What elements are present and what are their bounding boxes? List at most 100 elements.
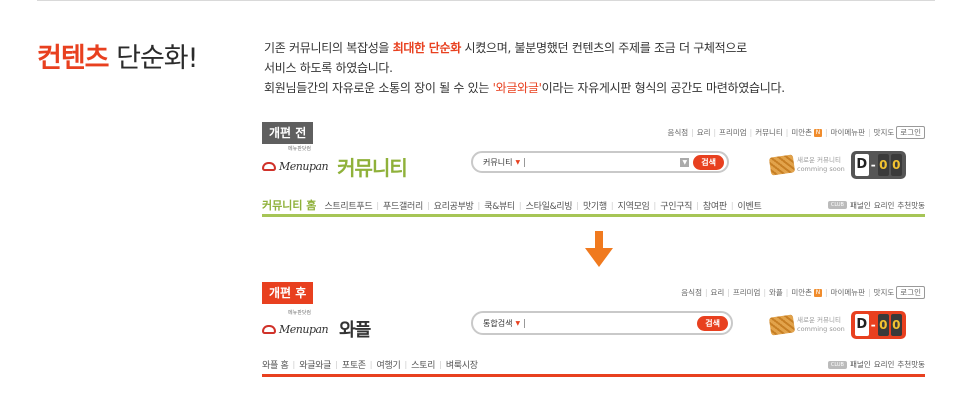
chef-hat-icon [262, 162, 276, 171]
nav-item[interactable]: 스트리트푸드 [324, 199, 372, 212]
dday-counter: D - 0 0 [850, 151, 906, 179]
club-links: CLUB 패널인 요리인 추천맛동 [827, 359, 925, 370]
chef-hat-icon [262, 324, 276, 334]
top-divider [37, 0, 935, 1]
top-link[interactable]: 마이메뉴판 [831, 287, 866, 298]
top-link[interactable]: 마이메뉴판 [831, 127, 866, 138]
logo-small-text: 메뉴판닷컴 [288, 146, 312, 152]
description-line-2: 서비스 하도록 하였습니다. [264, 61, 393, 75]
before-badge: 개편 전 [262, 122, 314, 144]
search-scope-select[interactable]: 커뮤니티 [483, 157, 512, 168]
after-section: 개편 후 음식점 | 요리 | 프리미엄 | 와플 | 미안촌 N | 마이메뉴판 | 맛지도… [262, 282, 925, 378]
after-logo[interactable]: 메뉴판닷컴 Menupan 와플 [262, 310, 371, 342]
dropdown-icon[interactable]: ▼ [680, 157, 690, 167]
login-button[interactable]: 로그인 [896, 286, 925, 299]
nav-item[interactable]: 이벤트 [738, 199, 762, 212]
title-accent: 컨텐츠 [37, 43, 110, 74]
top-link[interactable]: 음식점 [667, 127, 688, 138]
before-search-bar: 커뮤니티 ▼ ▼ 검색 [471, 151, 729, 173]
waffle-icon [768, 314, 796, 336]
service-name: 와플 [339, 320, 371, 341]
desc-text: 회원님들간의 자유로운 소통의 장이 될 수 있는 [264, 81, 493, 95]
title-rest: 단순화! [108, 43, 198, 74]
nav-item[interactable]: 참여판 [703, 199, 727, 212]
chevron-down-icon: ▼ [515, 158, 521, 166]
nav-item[interactable]: 요리공부방 [434, 199, 474, 212]
nav-home[interactable]: 커뮤니티 홈 [262, 197, 316, 213]
nav-item[interactable]: 푸드갤러리 [383, 199, 423, 212]
login-button[interactable]: 로그인 [896, 126, 925, 139]
desc-text: 이라는 자유게시판 형식의 공간도 마련하였습니다. [541, 81, 785, 95]
nav-item[interactable]: 쿡&뷰티 [484, 199, 515, 212]
nav-item[interactable]: 와글와글 [299, 358, 331, 371]
search-button[interactable]: 검색 [697, 315, 728, 331]
top-link[interactable]: 프리미엄 [733, 287, 761, 298]
club-link[interactable]: 추천맛동 [897, 359, 925, 370]
top-link[interactable]: 맛지도 [874, 287, 895, 298]
page-title: 컨텐츠 단순화! [37, 36, 198, 75]
logo-text: Menupan [279, 322, 329, 336]
nav-item[interactable]: 맛기행 [583, 199, 607, 212]
club-links: CLUB 패널인 요리인 추천맛동 [827, 200, 925, 211]
promo-text: 새로운 커뮤니티 comming soon [797, 156, 845, 173]
after-waffle-promo: 새로운 커뮤니티 comming soon D - 0 0 [768, 311, 906, 339]
logo-small-text: 메뉴판닷컴 [288, 310, 312, 316]
before-logo[interactable]: 메뉴판닷컴 Menupan 커뮤니티 [262, 146, 408, 181]
description: 기존 커뮤니티의 복잡성을 최대한 단순화 시켰으며, 불분명했던 컨텐츠의 주… [264, 38, 884, 98]
top-link[interactable]: 미안촌 [791, 127, 812, 138]
nav-home[interactable]: 와플 홈 [262, 358, 289, 371]
nav-item[interactable]: 포토존 [342, 358, 366, 371]
search-scope-select[interactable]: 통합검색 [483, 318, 512, 329]
before-nav: 커뮤니티 홈 스트리트푸드 | 푸드갤러리 | 요리공부방 | 쿡&뷰티 | 스타일&리… [262, 197, 925, 213]
club-link[interactable]: 추천맛동 [897, 200, 925, 211]
club-link[interactable]: 요리인 [874, 359, 895, 370]
description-line-1: 기존 커뮤니티의 복잡성을 최대한 단순화 시켰으며, 불분명했던 컨텐츠의 주… [264, 38, 884, 58]
search-button[interactable]: 검색 [693, 154, 724, 170]
club-link[interactable]: 패널인 [850, 200, 871, 211]
top-link[interactable]: 프리미엄 [719, 127, 747, 138]
dday-dash: - [870, 158, 876, 172]
new-badge: N [814, 288, 823, 297]
top-link[interactable]: 와플 [769, 287, 783, 298]
top-link[interactable]: 음식점 [681, 287, 702, 298]
nav-item[interactable]: 벼룩시장 [446, 358, 478, 371]
before-section: 개편 전 음식점 | 요리 | 프리미엄 | 커뮤니티 | 미안촌 N | 마이메뉴판 | 맛… [262, 122, 925, 217]
logo-text: Menupan [279, 160, 329, 173]
top-link[interactable]: 맛지도 [874, 127, 895, 138]
dday-label: D [854, 314, 869, 336]
club-link[interactable]: 요리인 [874, 200, 895, 211]
after-top-links: 음식점 | 요리 | 프리미엄 | 와플 | 미안촌 N | 마이메뉴판 | 맛지도 로그인 [681, 286, 925, 299]
dday-digit: 0 [877, 154, 889, 176]
description-line-3: 회원님들간의 자유로운 소통의 장이 될 수 있는 '와글와글'이라는 자유게시… [264, 78, 884, 98]
nav-item[interactable]: 지역모임 [618, 199, 650, 212]
club-link[interactable]: 패널인 [850, 359, 871, 370]
dday-dash: - [870, 318, 876, 332]
nav-item[interactable]: 구인구직 [660, 199, 692, 212]
new-badge: N [814, 128, 823, 137]
desc-highlight: 최대한 단순화 [392, 41, 462, 55]
before-waffle-promo: 새로운 커뮤니티 comming soon D - 0 0 [768, 151, 906, 179]
search-input[interactable] [524, 157, 526, 167]
nav-underline [262, 214, 925, 217]
top-link[interactable]: 커뮤니티 [755, 127, 783, 138]
top-link[interactable]: 요리 [697, 127, 711, 138]
chevron-down-icon: ▼ [515, 319, 521, 327]
dday-label: D [854, 154, 869, 176]
nav-item[interactable]: 여행기 [377, 358, 401, 371]
top-link[interactable]: 요리 [711, 287, 725, 298]
dday-counter: D - 0 0 [850, 311, 906, 339]
dday-digit: 0 [890, 314, 902, 336]
desc-text: 시켰으며, 불분명했던 컨텐츠의 주제를 조금 더 구체적으로 [461, 41, 748, 55]
dday-digit: 0 [890, 154, 902, 176]
dday-digit: 0 [877, 314, 889, 336]
after-nav: 와플 홈 | 와글와글 | 포토존 | 여행기 | 스토리 | 벼룩시장 CLUB 패널인… [262, 358, 925, 371]
search-input[interactable] [524, 318, 526, 328]
nav-item[interactable]: 스토리 [411, 358, 435, 371]
waffle-icon [768, 154, 796, 176]
desc-highlight: '와글와글' [492, 81, 542, 95]
service-name: 커뮤니티 [337, 156, 408, 180]
nav-underline [262, 374, 925, 377]
top-link[interactable]: 미안촌 [791, 287, 812, 298]
after-badge: 개편 후 [262, 282, 314, 304]
nav-item[interactable]: 스타일&리빙 [526, 199, 573, 212]
